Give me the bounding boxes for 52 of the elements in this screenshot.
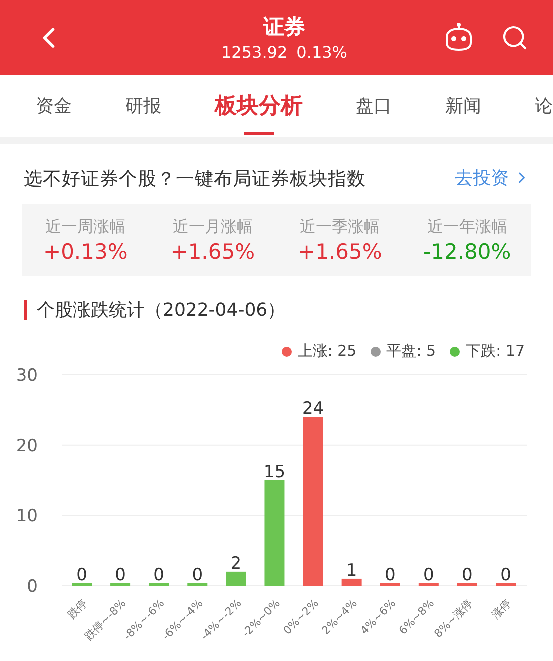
bar-value-label: 0 (462, 566, 473, 586)
bar (342, 578, 362, 586)
stat-label: 近一季涨幅 (300, 216, 380, 238)
tab[interactable]: 新闻 (446, 75, 482, 137)
index-change: 0.13% (296, 43, 348, 62)
tab[interactable]: 板块分析 (214, 75, 303, 137)
y-axis-label: 20 (16, 436, 38, 456)
legend-label: 平盘: 5 (386, 342, 436, 361)
section-title: 个股涨跌统计（2022-04-06） (37, 299, 286, 322)
bar (149, 584, 170, 586)
bar-value-label: 0 (115, 566, 126, 586)
bar-value-label: 0 (76, 566, 88, 586)
x-axis-label: 跌停 (65, 596, 90, 622)
tab[interactable]: 资金 (36, 75, 72, 137)
stat-value: -12.80% (424, 240, 512, 264)
bar (226, 572, 246, 586)
stat-value: +0.13% (43, 240, 128, 264)
bar (188, 584, 208, 586)
legend-label: 下跌: 17 (466, 342, 525, 361)
index-price: 1253.92 (222, 43, 288, 62)
legend-label: 上涨: 25 (298, 342, 357, 361)
bar (496, 584, 516, 586)
bar-value-label: 0 (500, 566, 512, 586)
bar (380, 584, 400, 586)
tab[interactable]: 研报 (125, 75, 162, 137)
y-axis-label: 30 (16, 366, 38, 386)
robot-icon (443, 22, 475, 52)
x-axis-label: 涨停 (489, 596, 514, 622)
bar (418, 584, 439, 586)
search-icon[interactable] (501, 24, 529, 52)
bar-value-label: 15 (264, 462, 286, 482)
stat-label: 近一周涨幅 (46, 216, 126, 238)
section-marker (24, 300, 27, 320)
bar-value-label: 1 (346, 560, 358, 581)
tab[interactable]: 盘口 (356, 75, 392, 137)
stat-value: +1.65% (298, 240, 382, 264)
bar-value-label: 0 (384, 566, 396, 586)
bar-value-label: 0 (154, 566, 164, 586)
bar-value-label: 0 (192, 566, 204, 586)
bar (457, 584, 478, 586)
stat-label: 近一年涨幅 (427, 216, 508, 238)
stat-value: +1.65% (170, 240, 256, 264)
y-axis-label: 0 (27, 577, 38, 597)
bar-value-label: 24 (302, 399, 324, 420)
bar (110, 584, 131, 586)
bar-value-label: 2 (230, 554, 242, 574)
bar (72, 584, 92, 586)
promo-text: 选不好证券个股？一键布局证券板块指数 (24, 168, 366, 190)
page-title: 证券 (264, 14, 306, 41)
bar-value-label: 0 (424, 566, 434, 586)
y-axis-label: 10 (16, 506, 38, 527)
stat-label: 近一月涨幅 (172, 216, 253, 238)
